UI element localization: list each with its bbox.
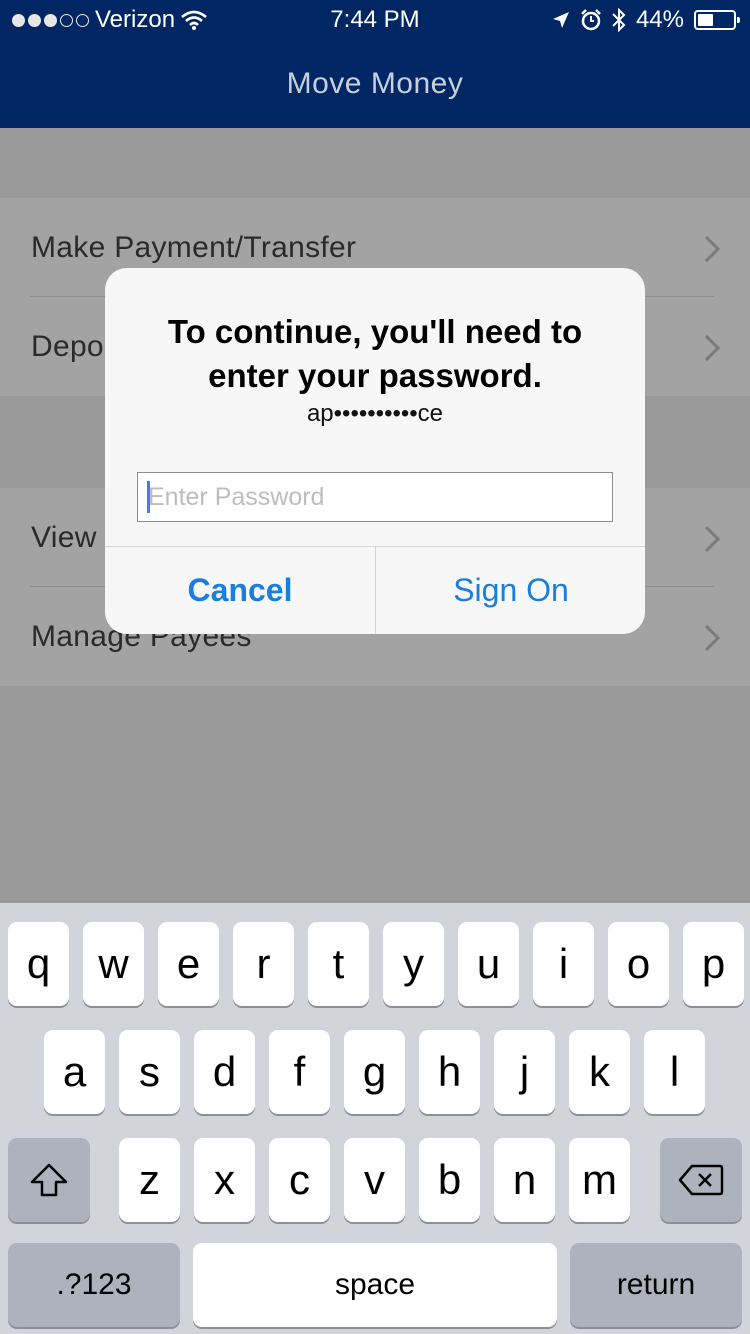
password-input[interactable] xyxy=(137,472,613,522)
key-v[interactable]: v xyxy=(344,1138,405,1222)
shift-icon xyxy=(30,1163,68,1197)
key-s[interactable]: s xyxy=(119,1030,180,1114)
password-dialog: To continue, you'll need to enter your p… xyxy=(105,268,645,634)
dialog-title-line: To continue, you'll need to xyxy=(167,313,583,350)
delete-backspace-icon xyxy=(678,1164,724,1196)
text-cursor xyxy=(147,481,150,513)
page-title: Move Money xyxy=(286,67,464,100)
key-i[interactable]: i xyxy=(533,922,594,1006)
key-u[interactable]: u xyxy=(458,922,519,1006)
key-h[interactable]: h xyxy=(419,1030,480,1114)
space-key[interactable]: space xyxy=(193,1243,557,1327)
key-k[interactable]: k xyxy=(569,1030,630,1114)
alarm-clock-icon xyxy=(581,9,601,31)
chevron-right-icon xyxy=(704,525,720,553)
menu-item-label: View xyxy=(31,520,97,554)
dialog-title: To continue, you'll need to enter your p… xyxy=(105,310,645,398)
key-z[interactable]: z xyxy=(119,1138,180,1222)
keyboard: q w e r t y u i o p a s d f g h j k l z … xyxy=(0,903,750,1334)
chevron-right-icon xyxy=(704,624,720,652)
key-y[interactable]: y xyxy=(383,922,444,1006)
chevron-right-icon xyxy=(704,235,720,263)
bluetooth-icon xyxy=(612,8,626,32)
key-n[interactable]: n xyxy=(494,1138,555,1222)
key-o[interactable]: o xyxy=(608,922,669,1006)
battery-icon xyxy=(694,10,740,30)
key-f[interactable]: f xyxy=(269,1030,330,1114)
battery-percent: 44% xyxy=(635,6,684,33)
masked-account-name: ap••••••••••ce xyxy=(306,400,444,427)
key-g[interactable]: g xyxy=(344,1030,405,1114)
key-d[interactable]: d xyxy=(194,1030,255,1114)
navigation-bar: Move Money xyxy=(0,40,750,128)
sign-on-button[interactable]: Sign On xyxy=(376,547,645,634)
key-q[interactable]: q xyxy=(8,922,69,1006)
key-e[interactable]: e xyxy=(158,922,219,1006)
delete-key[interactable] xyxy=(660,1138,742,1222)
chevron-right-icon xyxy=(704,334,720,362)
status-right: 44% xyxy=(552,6,740,34)
menu-item-label: Make Payment/Transfer xyxy=(31,230,357,264)
battery-level-fill xyxy=(698,14,713,26)
key-p[interactable]: p xyxy=(683,922,744,1006)
dialog-title-line: enter your password. xyxy=(208,357,542,394)
key-t[interactable]: t xyxy=(308,922,369,1006)
key-l[interactable]: l xyxy=(644,1030,705,1114)
key-a[interactable]: a xyxy=(44,1030,105,1114)
numbers-key[interactable]: .?123 xyxy=(8,1243,180,1327)
key-c[interactable]: c xyxy=(269,1138,330,1222)
key-b[interactable]: b xyxy=(419,1138,480,1222)
location-arrow-icon xyxy=(552,12,569,28)
status-bar: Verizon 7:44 PM 44% xyxy=(0,0,750,40)
key-j[interactable]: j xyxy=(494,1030,555,1114)
return-key[interactable]: return xyxy=(570,1243,742,1327)
menu-item-label: Depo xyxy=(31,329,104,363)
shift-key[interactable] xyxy=(8,1138,90,1222)
key-w[interactable]: w xyxy=(83,922,144,1006)
key-r[interactable]: r xyxy=(233,922,294,1006)
key-m[interactable]: m xyxy=(569,1138,630,1222)
key-x[interactable]: x xyxy=(194,1138,255,1222)
cancel-button[interactable]: Cancel xyxy=(105,547,375,634)
